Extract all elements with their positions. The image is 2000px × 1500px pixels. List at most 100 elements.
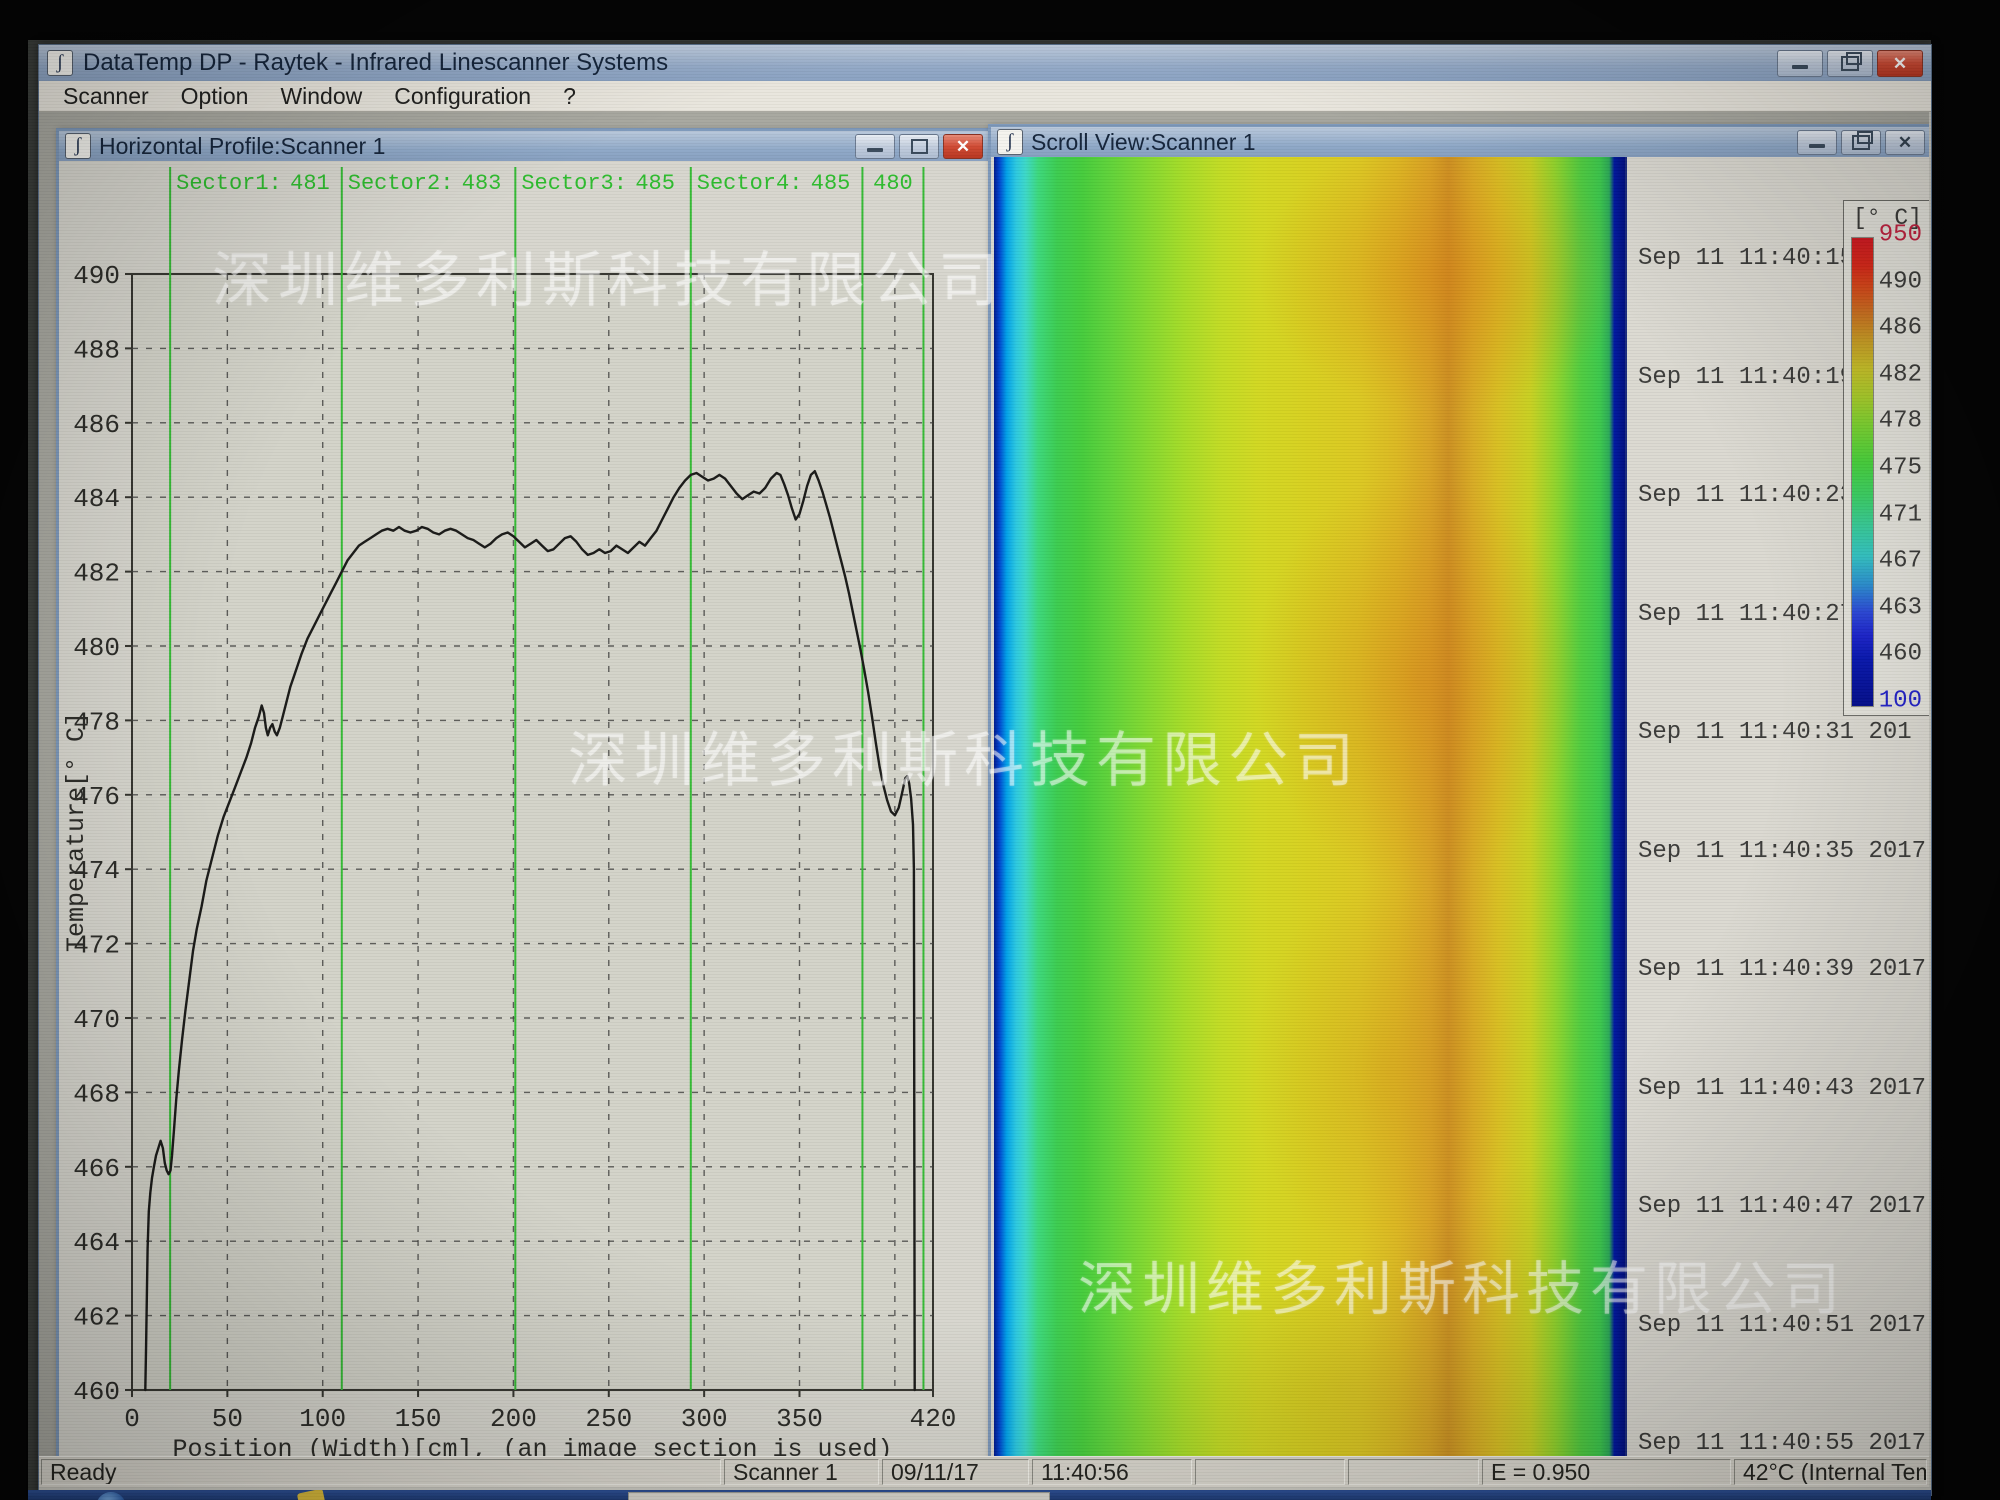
main-titlebar[interactable]: ʃ DataTemp DP - Raytek - Infrared Linesc… [39, 45, 1931, 81]
scale-tick-label: 467 [1879, 548, 1922, 575]
scan-timestamp: Sep 11 11:40:35 2017 [1638, 838, 1929, 865]
scale-tick-label: 463 [1879, 594, 1922, 621]
status-e-0-950: E = 0.950 [1482, 1459, 1731, 1485]
status-ready: Ready [41, 1459, 721, 1485]
sector-value: 485 [635, 171, 675, 196]
photo-stage: ʃ DataTemp DP - Raytek - Infrared Linesc… [0, 0, 2000, 1500]
y-tick-label: 468 [73, 1079, 120, 1109]
menubar: ScannerOptionWindowConfiguration? [39, 81, 1931, 112]
scale-tick-label: 950 [1879, 222, 1922, 249]
profile-window-title: Horizontal Profile:Scanner 1 [99, 133, 385, 160]
scroll-view-window-icon[interactable]: ʃ [997, 129, 1023, 155]
y-tick-label: 460 [73, 1377, 120, 1407]
minimize-button[interactable] [1777, 50, 1823, 77]
taskbar [28, 1490, 1931, 1500]
status-bar: ReadyScanner 109/11/1711:40:56E = 0.9504… [39, 1456, 1929, 1487]
app-icon[interactable]: ʃ [47, 50, 73, 76]
scroll-close-button[interactable]: ✕ [1885, 130, 1925, 155]
sector-value: 485 [811, 171, 851, 196]
minimize-icon [867, 148, 883, 152]
minimize-icon [1792, 65, 1808, 69]
close-icon: ✕ [1893, 55, 1907, 72]
x-axis-title: Position (Width)[cm], (an image section … [172, 1435, 892, 1457]
taskbar-app-icon[interactable] [297, 1490, 325, 1500]
plot-frame [132, 274, 933, 1390]
y-tick-label: 480 [73, 633, 120, 663]
scale-tick-label: 482 [1879, 361, 1922, 388]
profile-window-icon[interactable]: ʃ [65, 133, 91, 159]
sector-value: 480 [873, 171, 913, 196]
status-42-c-internal-temp: 42°C (Internal Temp.) [1734, 1459, 1927, 1485]
scroll-view-window-title: Scroll View:Scanner 1 [1031, 129, 1256, 156]
status-empty [1195, 1459, 1345, 1485]
scroll-view-titlebar[interactable]: ʃ Scroll View:Scanner 1 ✕ [991, 127, 1929, 157]
sector-label: Sector3: [521, 171, 627, 196]
status-09-11-17: 09/11/17 [882, 1459, 1029, 1485]
x-tick-label: 250 [585, 1404, 632, 1434]
y-tick-label: 486 [73, 410, 120, 440]
temperature-scale-panel: [° C] 950490486482478475471467463460100 [1843, 200, 1929, 716]
sector-value: 483 [462, 171, 502, 196]
temperature-profile-chart: Sector1: 481 Sector2: 483 Sector3: 485 Sector4… [59, 161, 983, 1457]
maximize-icon [911, 139, 928, 154]
sector-label: Sector1: [176, 171, 282, 196]
y-axis-title: Temperature[° C] [62, 712, 91, 952]
profile-close-button[interactable]: ✕ [943, 134, 983, 159]
scale-tick-label: 100 [1879, 688, 1922, 715]
main-window-title: DataTemp DP - Raytek - Infrared Linescan… [83, 49, 668, 77]
profile-titlebar[interactable]: ʃ Horizontal Profile:Scanner 1 ✕ [59, 131, 989, 161]
scroll-restore-button[interactable] [1841, 130, 1881, 155]
sector-label: Sector2: [348, 171, 454, 196]
scan-timestamp: Sep 11 11:40:47 2017 [1638, 1193, 1929, 1220]
scale-tick-label: 475 [1879, 455, 1922, 482]
restore-icon [1852, 135, 1870, 150]
scan-timestamp: Sep 11 11:40:39 2017 [1638, 956, 1929, 983]
taskbar-window-button[interactable] [628, 1492, 1050, 1500]
menu-item-scanner[interactable]: Scanner [47, 81, 165, 111]
close-button[interactable]: ✕ [1877, 50, 1923, 77]
y-tick-label: 490 [73, 261, 120, 291]
scale-tick-label: 490 [1879, 268, 1922, 295]
x-tick-label: 0 [124, 1404, 140, 1434]
start-button[interactable] [96, 1492, 126, 1500]
watermark-text: 深圳维多利斯科技有限公司 [568, 712, 1360, 799]
x-tick-label: 300 [681, 1404, 728, 1434]
x-tick-label: 100 [299, 1404, 346, 1434]
watermark-text: 深圳维多利斯科技有限公司 [212, 232, 1004, 319]
profile-maximize-button[interactable] [899, 134, 939, 159]
close-icon: ✕ [1898, 134, 1912, 151]
y-tick-label: 464 [73, 1228, 120, 1258]
scale-tick-label: 471 [1879, 501, 1922, 528]
scale-tick-label: 460 [1879, 641, 1922, 668]
scale-tick-label: 478 [1879, 408, 1922, 435]
sector-label: Sector4: [697, 171, 803, 196]
menu-item-configuration[interactable]: Configuration [378, 81, 547, 111]
close-icon: ✕ [956, 138, 970, 155]
scan-timestamp: Sep 11 11:40:31 201 [1638, 719, 1929, 746]
profile-minimize-button[interactable] [855, 134, 895, 159]
menu-item-option[interactable]: Option [165, 81, 265, 111]
profile-chart-area: Sector1: 481 Sector2: 483 Sector3: 485 Sector4… [59, 161, 989, 1463]
x-tick-label: 200 [490, 1404, 537, 1434]
y-tick-label: 488 [73, 335, 120, 365]
x-tick-label: 150 [395, 1404, 442, 1434]
status-empty [1348, 1459, 1479, 1485]
scan-timestamp: Sep 11 11:40:43 2017 [1638, 1075, 1929, 1102]
y-tick-label: 484 [73, 484, 120, 514]
restore-button[interactable] [1827, 50, 1873, 77]
color-scale-bar [1851, 237, 1874, 707]
minimize-icon [1809, 144, 1825, 148]
menu-item-[interactable]: ? [547, 81, 592, 111]
menu-item-window[interactable]: Window [264, 81, 378, 111]
x-tick-label: 350 [776, 1404, 823, 1434]
scan-timestamp: Sep 11 11:40:55 2017 [1638, 1430, 1929, 1457]
restore-icon [1841, 56, 1859, 71]
scale-tick-label: 486 [1879, 315, 1922, 342]
y-tick-label: 482 [73, 559, 120, 589]
sector-value: 481 [290, 171, 330, 196]
x-tick-label: 420 [910, 1404, 957, 1434]
status-scanner-1: Scanner 1 [724, 1459, 879, 1485]
scroll-minimize-button[interactable] [1797, 130, 1837, 155]
watermark-text: 深圳维多利斯科技有限公司 [1078, 1242, 1846, 1326]
y-tick-label: 462 [73, 1303, 120, 1333]
